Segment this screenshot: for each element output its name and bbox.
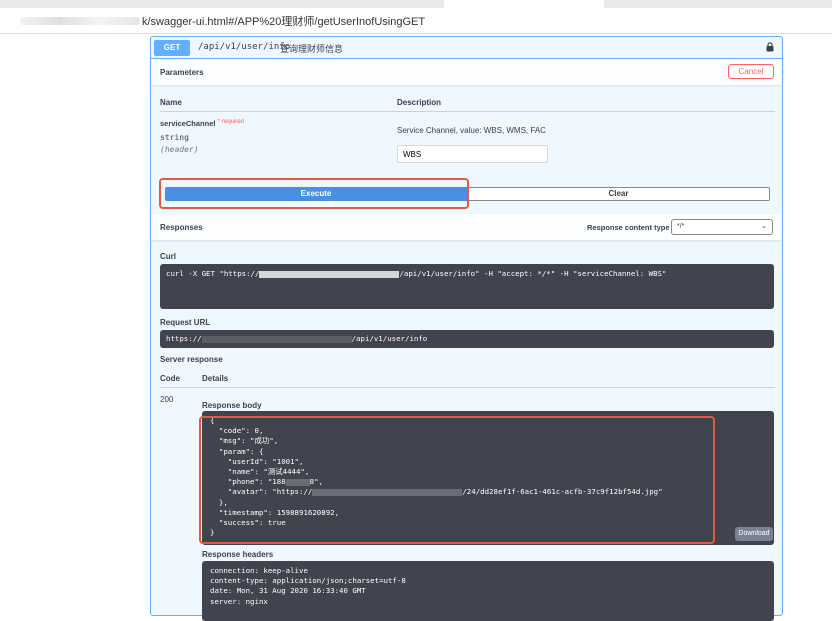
server-response-label: Server response xyxy=(160,355,223,364)
param-description: Service Channel, value: WBS, WMS, FAC xyxy=(397,126,546,135)
response-headers-block[interactable]: connection: keep-alive content-type: app… xyxy=(202,561,774,621)
operation-block: GET /api/v1/user/info 查询理财师信息 Parameters… xyxy=(150,36,783,621)
highlight-box-response xyxy=(199,416,715,544)
browser-tab-active[interactable] xyxy=(444,0,604,8)
download-button[interactable]: Download xyxy=(735,527,773,541)
param-col-name: Name xyxy=(160,98,182,107)
method-badge: GET xyxy=(154,40,190,56)
content-type-label: Response content type xyxy=(587,223,670,232)
content-type-select[interactable]: */* ⌄ xyxy=(671,219,773,235)
response-col-code: Code xyxy=(160,374,180,383)
address-bar-url[interactable]: k/swagger-ui.html#/APP%20理财师/getUserInof… xyxy=(142,13,425,29)
divider xyxy=(160,387,775,388)
responses-title: Responses xyxy=(160,223,203,232)
operation-description: 查询理财师信息 xyxy=(280,44,344,54)
request-url: https:///api/v1/user/info xyxy=(166,334,428,343)
curl-label: Curl xyxy=(160,252,176,261)
redacted-host xyxy=(259,270,400,278)
required-label: required xyxy=(221,119,244,125)
lock-icon[interactable] xyxy=(766,42,774,52)
clear-button[interactable]: Clear xyxy=(467,187,770,201)
param-location: (header) xyxy=(160,145,199,154)
redacted-host xyxy=(201,335,352,343)
parameters-header: Parameters Cancel xyxy=(151,59,782,85)
redacted-url-host xyxy=(20,17,140,25)
param-col-description: Description xyxy=(397,98,442,107)
param-name-text: serviceChannel xyxy=(160,119,216,128)
param-name: serviceChannel * required xyxy=(160,119,244,128)
response-headers: connection: keep-alive content-type: app… xyxy=(210,566,406,606)
operation-path: /api/v1/user/info xyxy=(198,42,291,52)
operation-summary[interactable]: GET /api/v1/user/info 查询理财师信息 xyxy=(151,37,782,59)
browser-tabstrip xyxy=(0,0,832,8)
curl-command: curl -X GET "https:///api/v1/user/info" … xyxy=(166,269,667,278)
content-type-value: */* xyxy=(677,223,685,230)
cancel-button[interactable]: Cancel xyxy=(728,64,774,79)
response-col-details: Details xyxy=(202,374,229,383)
response-body-label: Response body xyxy=(202,401,262,410)
request-url-label: Request URL xyxy=(160,318,211,327)
chevron-down-icon: ⌄ xyxy=(761,223,767,230)
response-headers-label: Response headers xyxy=(202,550,274,559)
address-bar[interactable]: k/swagger-ui.html#/APP%20理财师/getUserInof… xyxy=(0,8,832,34)
parameters-title: Parameters xyxy=(160,68,204,77)
curl-block[interactable]: curl -X GET "https:///api/v1/user/info" … xyxy=(160,264,774,309)
param-type: string xyxy=(160,133,189,142)
highlight-box-execute xyxy=(159,178,469,209)
required-mark: * xyxy=(217,119,220,125)
service-channel-input[interactable] xyxy=(397,145,548,163)
divider xyxy=(160,111,775,112)
request-url-block[interactable]: https:///api/v1/user/info xyxy=(160,330,774,348)
status-code: 200 xyxy=(160,395,174,404)
